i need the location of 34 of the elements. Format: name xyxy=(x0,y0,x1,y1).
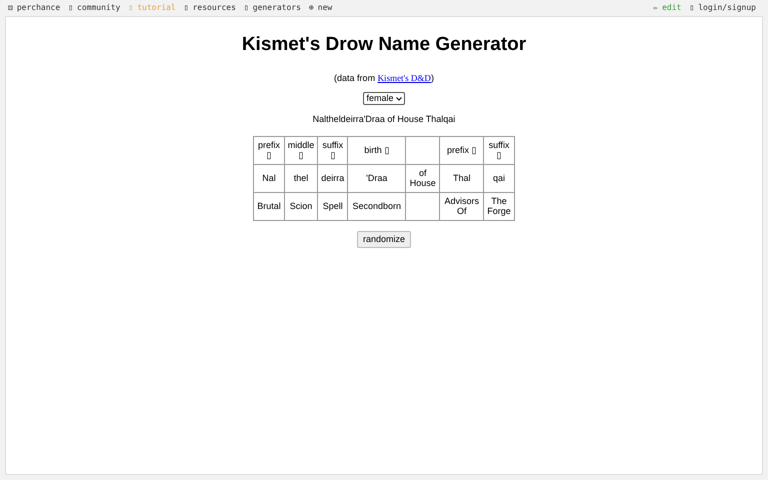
nav-link[interactable]: ⊕ new xyxy=(308,2,332,14)
credit-text: (data from Kismet's D&D) xyxy=(334,72,434,85)
table-cell: thel xyxy=(284,164,318,192)
generated-name: Naltheldeirra'Draa of House Thalqai xyxy=(312,113,456,126)
table-cell: birth ▯ xyxy=(348,136,406,164)
table-cell: 'Draa xyxy=(348,164,406,192)
nav-link[interactable]: ▯ community xyxy=(68,2,120,14)
table-cell: suffix ▯ xyxy=(318,136,348,164)
table-cell: deirra xyxy=(318,164,348,192)
table-cell: Brutal xyxy=(254,192,284,220)
table-cell: The Forge xyxy=(484,192,514,220)
table-cell: prefix ▯ xyxy=(440,136,484,164)
randomize-button[interactable]: randomize xyxy=(356,230,412,248)
table-cell: Nal xyxy=(254,164,284,192)
table-cell: Thal xyxy=(440,164,484,192)
table-cell: Spell xyxy=(318,192,348,220)
table-cell: middle ▯ xyxy=(284,136,318,164)
nav-link[interactable]: ▯ login/signup xyxy=(689,2,756,14)
table-cell: prefix ▯ xyxy=(254,136,284,164)
chevron-icon xyxy=(396,96,402,100)
source-link[interactable]: Kismet's D&D xyxy=(378,72,431,82)
nav-link[interactable]: ▯ generators xyxy=(244,2,301,14)
table-cell: Secondborn xyxy=(348,192,406,220)
nav-link[interactable]: ▯ resources xyxy=(184,2,236,14)
table-cell: of House xyxy=(406,164,440,192)
table-cell xyxy=(406,192,440,220)
table-cell xyxy=(406,136,440,164)
nav-link[interactable]: ⚄ perchance xyxy=(8,2,60,14)
table-cell: Advisors Of xyxy=(440,192,484,220)
table-cell: Scion xyxy=(284,192,318,220)
table-cell: qai xyxy=(484,164,514,192)
page-title: Kismet's Drow Name Generator xyxy=(242,33,526,57)
gender-select[interactable]: female xyxy=(363,92,404,105)
table-cell: suffix ▯ xyxy=(484,136,514,164)
